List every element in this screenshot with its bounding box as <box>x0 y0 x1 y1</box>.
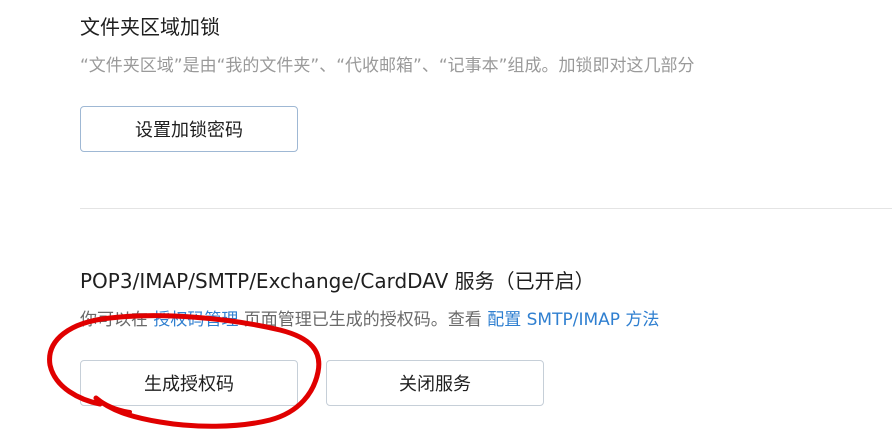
service-status-title: POP3/IMAP/SMTP/Exchange/CardDAV 服务（已开启） <box>80 269 595 293</box>
generate-auth-code-button[interactable]: 生成授权码 <box>80 360 298 406</box>
section-divider <box>80 208 892 209</box>
service-desc-middle: 页面管理已生成的授权码。查看 <box>238 310 488 330</box>
set-lock-password-button[interactable]: 设置加锁密码 <box>80 106 298 152</box>
service-description: 你可以在 授权码管理 页面管理已生成的授权码。查看 配置 SMTP/IMAP 方… <box>80 308 659 332</box>
service-desc-prefix: 你可以在 <box>80 310 154 330</box>
mail-settings-page: 文件夹区域加锁 “文件夹区域”是由“我的文件夹”、“代收邮箱”、“记事本”组成。… <box>0 0 892 446</box>
close-service-button[interactable]: 关闭服务 <box>326 360 544 406</box>
folder-lock-title: 文件夹区域加锁 <box>80 15 220 39</box>
smtp-imap-config-link[interactable]: 配置 SMTP/IMAP 方法 <box>487 310 659 330</box>
folder-lock-description: “文件夹区域”是由“我的文件夹”、“代收邮箱”、“记事本”组成。加锁即对这几部分 <box>80 56 695 76</box>
auth-code-management-link[interactable]: 授权码管理 <box>153 310 238 330</box>
